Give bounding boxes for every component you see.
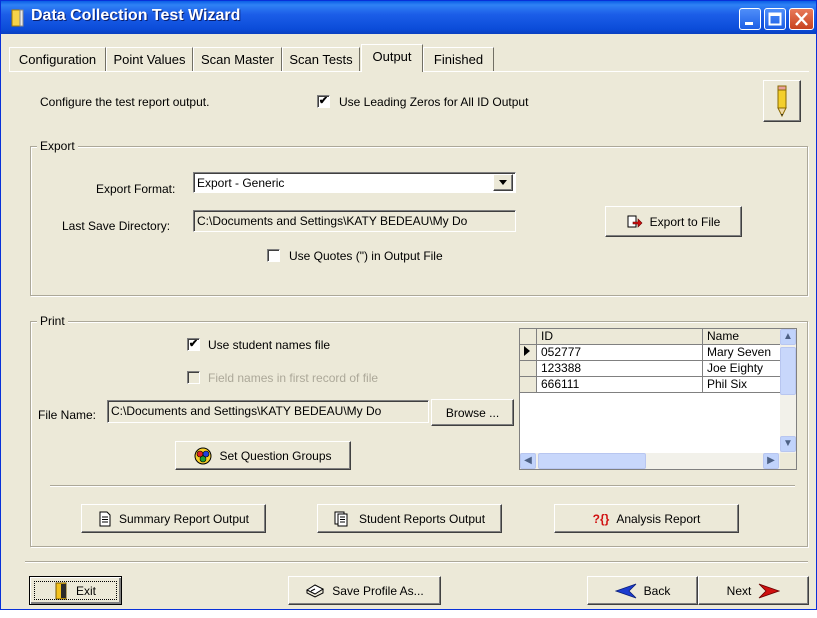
field-names-checkbox[interactable] [187, 371, 200, 384]
scroll-left-button[interactable]: ◀ [520, 453, 536, 469]
maximize-icon [768, 12, 782, 26]
analysis-icon: ?{} [592, 511, 610, 526]
wizard-window: Data Collection Test Wizard Configuratio… [0, 0, 817, 610]
back-label: Back [643, 583, 671, 598]
scroll-up-button[interactable]: ▲ [780, 329, 796, 345]
student-names-grid[interactable]: ID Name 052777 Mary Seven 123388 Joe Eig… [519, 328, 797, 470]
export-format-label: Export Format: [96, 182, 176, 196]
next-arrow-icon [759, 583, 781, 598]
export-group-title: Export [37, 139, 78, 153]
row-selector[interactable] [520, 345, 537, 361]
print-group-title: Print [37, 314, 68, 328]
set-question-groups-button[interactable]: Set Question Groups [175, 441, 351, 470]
title-bar[interactable]: Data Collection Test Wizard [1, 1, 816, 34]
chevron-down-icon [499, 179, 507, 185]
back-button[interactable]: Back [587, 576, 698, 605]
analysis-report-label: Analysis Report [616, 511, 701, 526]
table-row[interactable]: 666111 [537, 377, 703, 393]
student-reports-icon [334, 511, 348, 526]
set-question-groups-label: Set Question Groups [219, 448, 332, 463]
edit-button[interactable] [763, 80, 801, 122]
tab-finished[interactable]: Finished [423, 47, 494, 71]
scroll-right-button[interactable]: ▶ [763, 453, 779, 469]
student-reports-output-label: Student Reports Output [358, 511, 486, 526]
table-row[interactable]: 052777 [537, 345, 703, 361]
close-icon [795, 12, 808, 26]
minimize-icon [745, 22, 753, 25]
row-selector[interactable] [520, 361, 537, 377]
table-row[interactable]: Phil Six [703, 377, 781, 393]
grid-header-id[interactable]: ID [537, 329, 703, 345]
use-student-names-label: Use student names file [208, 338, 331, 352]
vertical-scrollbar[interactable]: ▲ ▼ [780, 329, 796, 453]
last-save-directory-value: C:\Documents and Settings\KATY BEDEAU\My… [197, 214, 468, 228]
next-label: Next [726, 583, 752, 598]
maximize-button[interactable] [764, 8, 786, 30]
summary-report-icon [99, 511, 111, 526]
tab-output[interactable]: Output [361, 44, 423, 72]
tab-point-values[interactable]: Point Values [106, 47, 193, 71]
print-separator [50, 485, 795, 487]
horizontal-scrollbar[interactable]: ◀ ▶ [520, 453, 796, 469]
use-student-names-checkbox[interactable]: ✔ [187, 338, 200, 351]
file-name-value: C:\Documents and Settings\KATY BEDEAU\My… [111, 404, 382, 418]
leading-zeros-checkbox[interactable]: ✔ [317, 95, 330, 108]
student-reports-output-button[interactable]: Student Reports Output [317, 504, 502, 533]
table-row[interactable]: Joe Eighty [703, 361, 781, 377]
save-profile-icon [306, 583, 325, 598]
field-names-label: Field names in first record of file [208, 371, 379, 385]
export-format-select[interactable]: Export - Generic [193, 172, 516, 193]
pencil-icon [777, 85, 787, 118]
current-row-icon [524, 346, 530, 356]
close-button[interactable] [789, 8, 814, 30]
exit-button[interactable]: Exit [29, 576, 122, 605]
tab-configuration[interactable]: Configuration [9, 47, 106, 71]
scroll-down-button[interactable]: ▼ [780, 436, 796, 452]
export-format-value: Export - Generic [197, 176, 285, 190]
use-quotes-label: Use Quotes (") in Output File [289, 249, 443, 263]
last-save-directory-field[interactable]: C:\Documents and Settings\KATY BEDEAU\My… [193, 210, 516, 232]
row-selector[interactable] [520, 377, 537, 393]
summary-report-output-button[interactable]: Summary Report Output [81, 504, 266, 533]
question-groups-icon [194, 447, 212, 464]
save-profile-as-button[interactable]: Save Profile As... [288, 576, 441, 605]
leading-zeros-label: Use Leading Zeros for All ID Output [339, 95, 529, 109]
tab-scan-master[interactable]: Scan Master [193, 47, 282, 71]
exit-focus-rect [34, 581, 117, 600]
export-to-file-label: Export to File [649, 214, 721, 229]
description-text: Configure the test report output. [40, 95, 210, 109]
file-name-label: File Name: [38, 408, 97, 422]
use-quotes-checkbox[interactable] [267, 249, 280, 262]
file-name-field[interactable]: C:\Documents and Settings\KATY BEDEAU\My… [107, 400, 429, 423]
tab-scan-tests[interactable]: Scan Tests [282, 47, 360, 71]
app-icon [10, 9, 26, 27]
export-icon [627, 215, 643, 228]
back-arrow-icon [614, 583, 636, 598]
next-button[interactable]: Next [698, 576, 809, 605]
last-save-directory-label: Last Save Directory: [62, 219, 171, 233]
analysis-report-button[interactable]: ?{} Analysis Report [554, 504, 739, 533]
summary-report-output-label: Summary Report Output [118, 511, 250, 526]
grid-corner [520, 329, 537, 345]
vertical-scroll-thumb[interactable] [780, 347, 796, 395]
table-row[interactable]: Mary Seven [703, 345, 781, 361]
horizontal-scroll-thumb[interactable] [538, 453, 646, 469]
scrollbar-corner [780, 453, 796, 469]
grid-header-name[interactable]: Name [703, 329, 781, 345]
browse-button[interactable]: Browse ... [431, 399, 514, 426]
browse-label: Browse ... [445, 405, 500, 420]
minimize-button[interactable] [739, 8, 761, 30]
footer-separator [25, 561, 808, 563]
save-profile-as-label: Save Profile As... [332, 583, 424, 598]
window-title: Data Collection Test Wizard [31, 7, 241, 24]
export-format-dropdown-button[interactable] [493, 174, 513, 191]
export-to-file-button[interactable]: Export to File [605, 206, 742, 237]
table-row[interactable]: 123388 [537, 361, 703, 377]
